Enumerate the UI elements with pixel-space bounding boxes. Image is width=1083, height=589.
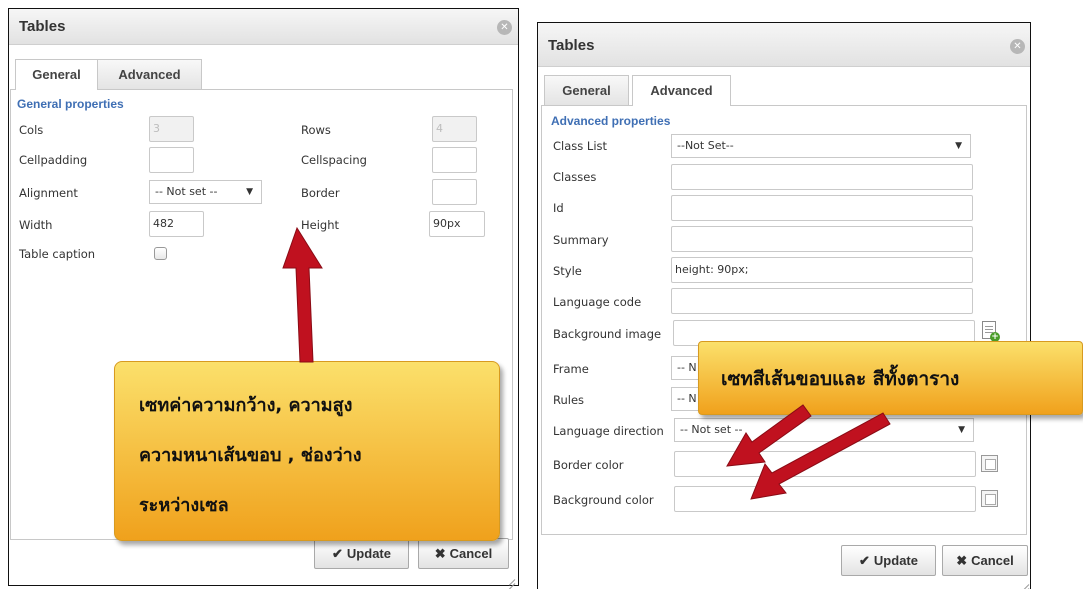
alignment-value: -- Not set -- bbox=[155, 185, 218, 198]
tab-advanced[interactable]: Advanced bbox=[632, 75, 731, 106]
cellspacing-input[interactable] bbox=[432, 147, 477, 173]
advanced-panel: Advanced properties Class List --Not Set… bbox=[541, 105, 1027, 535]
callout-text: เซทสีเส้นขอบและ สีทั้งตาราง bbox=[721, 368, 960, 390]
rules-label: Rules bbox=[553, 393, 585, 407]
border-input[interactable] bbox=[432, 179, 477, 205]
class-list-label: Class List bbox=[553, 139, 608, 153]
frame-value: -- N bbox=[677, 361, 697, 374]
update-button[interactable]: ✔ Update bbox=[841, 545, 936, 576]
dialog-titlebar[interactable]: Tables ✕ bbox=[9, 9, 518, 45]
background-color-label: Background color bbox=[553, 493, 654, 507]
alignment-select[interactable]: -- Not set -- ▼ bbox=[149, 180, 262, 204]
height-input[interactable]: 90px bbox=[429, 211, 485, 237]
frame-label: Frame bbox=[553, 362, 589, 376]
cellpadding-input[interactable] bbox=[149, 147, 194, 173]
summary-label: Summary bbox=[553, 233, 609, 247]
table-caption-checkbox[interactable] bbox=[154, 247, 167, 260]
tab-general[interactable]: General bbox=[15, 59, 98, 90]
callout-line-1: เซทค่าความกว้าง, ความสูง bbox=[139, 395, 353, 416]
width-input[interactable]: 482 bbox=[149, 211, 204, 237]
dialog-titlebar[interactable]: Tables ✕ bbox=[538, 23, 1030, 67]
cancel-label: Cancel bbox=[449, 546, 493, 561]
dialog-title: Tables bbox=[548, 37, 595, 54]
annotation-callout-left: เซทค่าความกว้าง, ความสูง ความหนาเส้นขอบ … bbox=[114, 361, 500, 541]
summary-input[interactable] bbox=[671, 226, 973, 252]
close-icon[interactable]: ✕ bbox=[1010, 39, 1025, 54]
rows-label: Rows bbox=[301, 123, 331, 137]
cancel-button[interactable]: ✖ Cancel bbox=[418, 538, 509, 569]
color-picker-icon[interactable] bbox=[981, 455, 998, 472]
class-list-value: --Not Set-- bbox=[677, 139, 734, 152]
update-label: Update bbox=[873, 553, 918, 568]
id-input[interactable] bbox=[671, 195, 973, 221]
annotation-callout-right: เซทสีเส้นขอบและ สีทั้งตาราง bbox=[698, 341, 1083, 415]
resize-handle[interactable] bbox=[503, 572, 515, 584]
language-direction-label: Language direction bbox=[553, 424, 664, 438]
border-color-input[interactable] bbox=[674, 451, 976, 477]
cellpadding-label: Cellpadding bbox=[19, 153, 88, 167]
border-label: Border bbox=[301, 186, 340, 200]
language-direction-value: -- Not set -- bbox=[680, 423, 743, 436]
language-code-label: Language code bbox=[553, 295, 642, 309]
callout-line-2: ความหนาเส้นขอบ , ช่องว่าง bbox=[139, 445, 362, 466]
class-list-select[interactable]: --Not Set-- ▼ bbox=[671, 134, 971, 158]
close-icon[interactable]: ✕ bbox=[497, 20, 512, 35]
border-color-label: Border color bbox=[553, 458, 624, 472]
cancel-label: Cancel bbox=[971, 553, 1014, 568]
cols-input[interactable]: 3 bbox=[149, 116, 194, 142]
classes-input[interactable] bbox=[671, 164, 973, 190]
color-picker-icon[interactable] bbox=[981, 490, 998, 507]
rows-input[interactable]: 4 bbox=[432, 116, 477, 142]
resize-handle[interactable] bbox=[1017, 577, 1029, 589]
id-label: Id bbox=[553, 201, 564, 215]
table-caption-label: Table caption bbox=[19, 247, 96, 261]
chevron-down-icon: ▼ bbox=[958, 425, 965, 435]
background-color-input[interactable] bbox=[674, 486, 976, 512]
rules-value: -- N bbox=[677, 392, 697, 405]
x-icon: ✖ bbox=[956, 553, 968, 568]
chevron-down-icon: ▼ bbox=[955, 141, 962, 151]
update-label: Update bbox=[346, 546, 391, 561]
section-label: Advanced properties bbox=[551, 114, 671, 128]
height-label: Height bbox=[301, 218, 340, 232]
language-code-input[interactable] bbox=[671, 288, 973, 314]
chevron-down-icon: ▼ bbox=[246, 187, 253, 197]
background-image-label: Background image bbox=[553, 327, 662, 341]
language-direction-select[interactable]: -- Not set -- ▼ bbox=[674, 418, 974, 442]
cellspacing-label: Cellspacing bbox=[301, 153, 367, 167]
browse-image-icon[interactable]: + bbox=[982, 321, 1000, 342]
cols-label: Cols bbox=[19, 123, 44, 137]
callout-line-3: ระหว่างเซล bbox=[139, 495, 229, 516]
dialog-title: Tables bbox=[19, 18, 66, 35]
alignment-label: Alignment bbox=[19, 186, 78, 200]
classes-label: Classes bbox=[553, 170, 597, 184]
tab-advanced[interactable]: Advanced bbox=[97, 59, 202, 89]
width-label: Width bbox=[19, 218, 53, 232]
x-icon: ✖ bbox=[434, 546, 446, 561]
check-icon: ✔ bbox=[859, 553, 870, 568]
section-label: General properties bbox=[17, 97, 124, 111]
style-input[interactable]: height: 90px; bbox=[671, 257, 973, 283]
tables-dialog-advanced: Tables ✕ General Advanced Advanced prope… bbox=[538, 23, 1030, 589]
update-button[interactable]: ✔ Update bbox=[314, 538, 409, 569]
tab-general[interactable]: General bbox=[544, 75, 629, 105]
check-icon: ✔ bbox=[332, 546, 343, 561]
style-label: Style bbox=[553, 264, 582, 278]
cancel-button[interactable]: ✖ Cancel bbox=[942, 545, 1028, 576]
